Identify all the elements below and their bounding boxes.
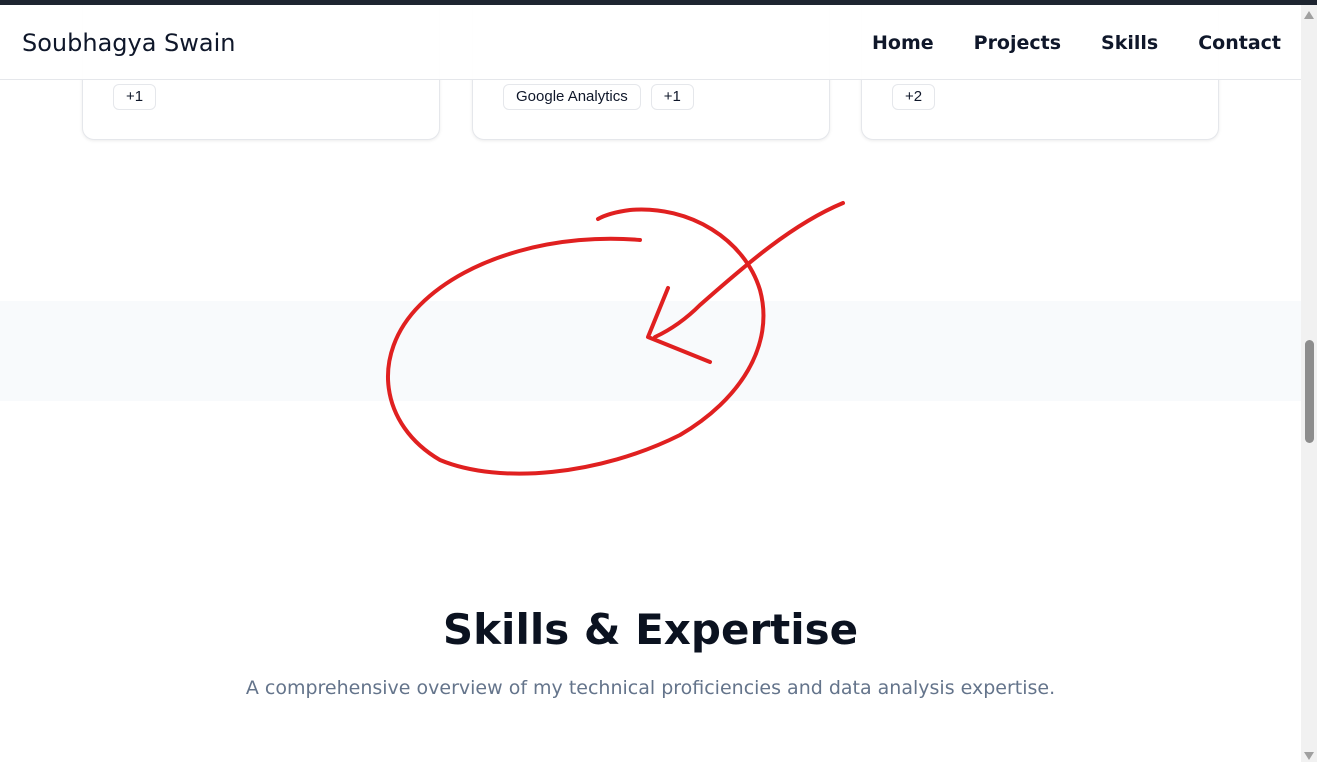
nav-projects[interactable]: Projects xyxy=(974,32,1061,54)
card-tags: Google Analytics +1 xyxy=(503,84,694,110)
vertical-scrollbar[interactable] xyxy=(1301,5,1317,762)
nav-skills[interactable]: Skills xyxy=(1101,32,1158,54)
card-tags: +1 xyxy=(113,84,157,110)
tag-more: +1 xyxy=(113,84,157,110)
nav-contact[interactable]: Contact xyxy=(1198,32,1281,54)
site-header: Soubhagya Swain Home Projects Skills Con… xyxy=(0,5,1301,80)
page-viewport: +1 Google Analytics +1 +2 Skills & Exper… xyxy=(0,5,1301,762)
tag-more: +1 xyxy=(650,84,694,110)
card-tags: +2 xyxy=(892,84,936,110)
tag-more: +2 xyxy=(892,84,936,110)
scrollbar-thumb[interactable] xyxy=(1305,340,1314,443)
nav-home[interactable]: Home xyxy=(872,32,934,54)
empty-section-band xyxy=(0,301,1301,401)
tag-google-analytics: Google Analytics xyxy=(503,84,641,110)
skills-section-title: Skills & Expertise xyxy=(442,605,859,654)
brand-name[interactable]: Soubhagya Swain xyxy=(22,29,236,57)
scroll-down-arrow-icon[interactable] xyxy=(1304,752,1314,760)
skills-section-subtitle: A comprehensive overview of my technical… xyxy=(245,677,1056,699)
scroll-up-arrow-icon[interactable] xyxy=(1304,11,1314,19)
main-nav: Home Projects Skills Contact xyxy=(872,32,1281,54)
